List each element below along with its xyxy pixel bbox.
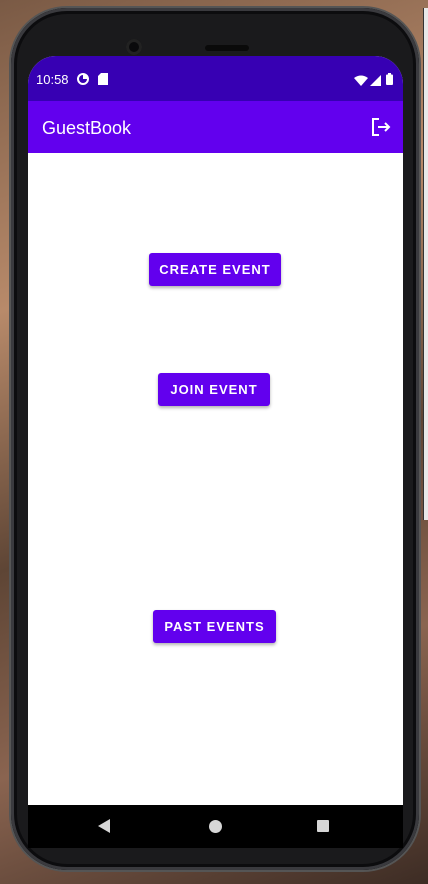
back-icon[interactable] xyxy=(98,819,110,838)
data-saver-icon xyxy=(77,72,89,90)
app-toolbar: GuestBook xyxy=(28,101,403,153)
logout-icon[interactable] xyxy=(371,117,391,142)
front-camera xyxy=(126,39,142,55)
create-event-button[interactable]: CREATE EVENT xyxy=(149,253,281,286)
signal-icon xyxy=(370,73,381,91)
app-screen: 10:58 GuestBook CREATE EVENT JOIN EVENT … xyxy=(28,56,403,848)
status-bar: 10:58 xyxy=(28,56,403,101)
system-navigation-bar xyxy=(28,805,403,848)
past-events-button[interactable]: PAST EVENTS xyxy=(153,610,276,643)
app-title: GuestBook xyxy=(42,118,132,138)
battery-icon xyxy=(386,72,393,90)
recents-icon[interactable] xyxy=(317,820,329,832)
background-window-edge xyxy=(423,8,428,520)
status-time: 10:58 xyxy=(36,72,69,87)
sd-card-icon xyxy=(98,72,108,90)
earpiece-speaker xyxy=(205,45,249,51)
join-event-button[interactable]: JOIN EVENT xyxy=(158,373,270,406)
home-icon[interactable] xyxy=(209,820,222,833)
wifi-icon xyxy=(354,73,368,91)
